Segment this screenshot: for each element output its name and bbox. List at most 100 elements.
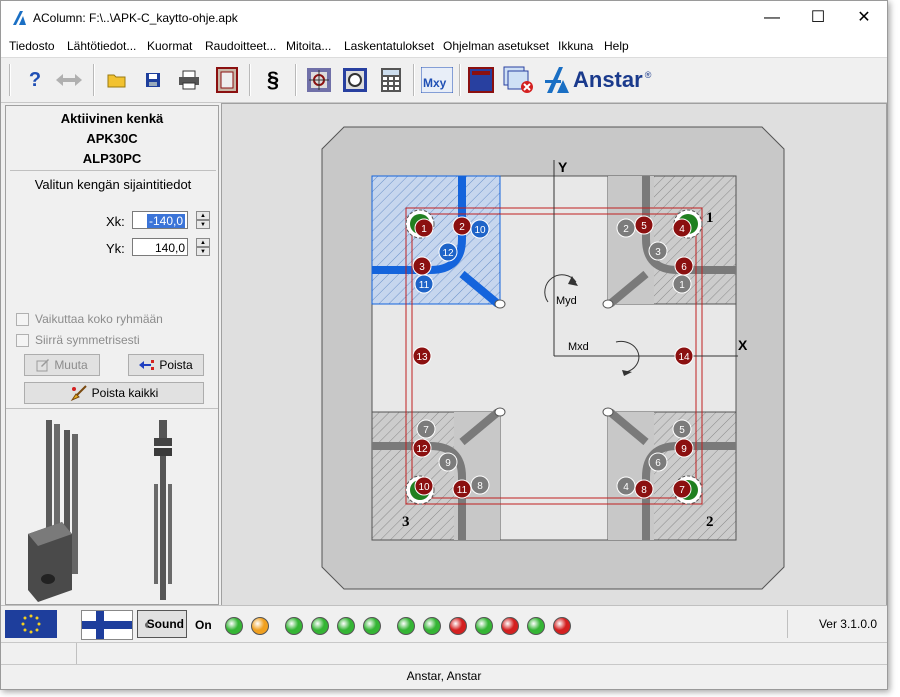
svg-text:14: 14 xyxy=(678,352,690,363)
menu-ikkuna[interactable]: Ikkuna xyxy=(558,39,593,53)
rebar-marker[interactable]: 10 xyxy=(470,219,490,239)
rebar-marker[interactable]: 7 xyxy=(672,479,692,499)
drawing-canvas[interactable]: Y X Myd Mxd 1 2 3 1 2 10 12 3 11 2 5 4 3… xyxy=(221,103,887,606)
xk-up-button[interactable]: ▲ xyxy=(196,211,210,220)
rebar-marker[interactable]: 1 xyxy=(672,274,692,294)
menu-laskentatulokset[interactable]: Laskentatulokset xyxy=(344,39,434,53)
menu-raudoitteet[interactable]: Raudoitteet... xyxy=(205,39,276,53)
shoe-top-left[interactable] xyxy=(371,175,501,308)
change-button[interactable]: Muuta xyxy=(24,354,100,376)
shoe-bottom-right[interactable] xyxy=(607,408,737,541)
toolbar-separator xyxy=(413,64,415,96)
rebar-marker[interactable]: 10 xyxy=(414,476,434,496)
arrows-icon[interactable] xyxy=(55,66,83,94)
open-folder-icon[interactable] xyxy=(103,66,131,94)
menu-kuormat[interactable]: Kuormat xyxy=(147,39,192,53)
rebar-marker[interactable]: 5 xyxy=(672,419,692,439)
rebar-marker[interactable]: 2 xyxy=(452,216,472,236)
yk-down-button[interactable]: ▼ xyxy=(196,247,210,256)
svg-text:8: 8 xyxy=(477,481,483,492)
rebar-marker[interactable]: 9 xyxy=(674,438,694,458)
save-icon[interactable] xyxy=(139,66,167,94)
eu-flag-icon[interactable] xyxy=(5,610,57,638)
panel-divider xyxy=(6,408,218,409)
status-bar-secondary xyxy=(1,642,887,665)
rebar-icon[interactable] xyxy=(341,66,369,94)
sound-button[interactable]: ◖ Sound xyxy=(137,610,187,638)
finnish-flag-icon[interactable] xyxy=(81,610,133,640)
xk-down-button[interactable]: ▼ xyxy=(196,220,210,229)
shoe-type-1: APK30C xyxy=(86,131,138,146)
calculator-icon[interactable] xyxy=(377,66,405,94)
menu-help[interactable]: Help xyxy=(604,39,629,53)
status-led-green xyxy=(363,617,381,635)
rebar-marker[interactable]: 2 xyxy=(616,218,636,238)
print-icon[interactable] xyxy=(175,66,203,94)
version-label: Ver 3.1.0.0 xyxy=(787,610,883,638)
shoe-type-2: ALP30PC xyxy=(82,151,142,166)
rebar-marker[interactable]: 12 xyxy=(438,242,458,262)
shoe-position-icon[interactable] xyxy=(305,66,333,94)
remove-all-button[interactable]: Poista kaikki xyxy=(24,382,204,404)
status-led-green xyxy=(225,617,243,635)
xk-input[interactable]: -140,0 xyxy=(132,211,188,229)
status-led-green xyxy=(311,617,329,635)
menu-lahtotiedot[interactable]: Lähtötiedot... xyxy=(67,39,136,53)
rebar-marker[interactable]: 3 xyxy=(648,241,668,261)
menu-tiedosto[interactable]: Tiedosto xyxy=(9,39,55,53)
rebar-marker[interactable]: 6 xyxy=(648,452,668,472)
broom-icon xyxy=(70,385,87,401)
close-button[interactable]: ✕ xyxy=(841,1,887,35)
mxy-icon[interactable]: Mxy xyxy=(421,66,453,94)
yk-label: Yk: xyxy=(106,241,125,256)
rebar-marker[interactable]: 4 xyxy=(672,218,692,238)
position-heading: Valitun kengän sijaintitiedot xyxy=(34,177,192,192)
status-led-green xyxy=(397,617,415,635)
rebar-marker[interactable]: 12 xyxy=(412,438,432,458)
svg-text:2: 2 xyxy=(459,222,465,233)
rebar-marker[interactable]: 11 xyxy=(452,479,472,499)
rebar-marker[interactable]: 9 xyxy=(438,452,458,472)
svg-text:8: 8 xyxy=(641,485,647,496)
yk-up-button[interactable]: ▲ xyxy=(196,238,210,247)
menu-mitoita[interactable]: Mitoita... xyxy=(286,39,331,53)
remove-button[interactable]: Poista xyxy=(128,354,204,376)
y-axis-label: Y xyxy=(558,159,568,175)
rebar-marker[interactable]: 4 xyxy=(616,476,636,496)
rebar-marker[interactable]: 14 xyxy=(674,346,694,366)
window-icon[interactable] xyxy=(467,66,495,94)
mxy-label: Mxy xyxy=(423,76,447,90)
rebar-marker[interactable]: 13 xyxy=(412,346,432,366)
rebar-marker[interactable]: 6 xyxy=(674,256,694,276)
maximize-button[interactable]: ☐ xyxy=(795,1,841,35)
svg-text:10: 10 xyxy=(474,225,486,236)
rebar-marker[interactable]: 8 xyxy=(634,479,654,499)
status-led-red xyxy=(449,617,467,635)
anstar-logo[interactable]: Anstar ® xyxy=(545,66,665,94)
svg-text:3: 3 xyxy=(655,247,661,258)
myd-label: Myd xyxy=(556,295,577,307)
minimize-button[interactable]: — xyxy=(749,1,795,35)
affect-group-checkbox[interactable]: Vaikuttaa koko ryhmään xyxy=(16,312,163,326)
rebar-marker[interactable]: 1 xyxy=(414,218,434,238)
rebar-marker[interactable]: 11 xyxy=(414,274,434,294)
yk-input[interactable]: 140,0 xyxy=(132,238,188,256)
rebar-marker[interactable]: 7 xyxy=(416,419,436,439)
help-icon[interactable]: ? xyxy=(21,66,49,94)
rebar-marker[interactable]: 5 xyxy=(634,215,654,235)
rebar-marker[interactable]: 3 xyxy=(412,256,432,276)
checkbox-box xyxy=(16,333,29,347)
corner-label-1: 1 xyxy=(706,210,714,226)
svg-text:6: 6 xyxy=(655,458,661,469)
svg-text:11: 11 xyxy=(419,280,430,291)
menu-ohjelman-asetukset[interactable]: Ohjelman asetukset xyxy=(443,39,549,53)
rebar-marker[interactable]: 8 xyxy=(470,475,490,495)
toolbar: ? § Mxy Anstar ® xyxy=(1,58,887,103)
column-icon[interactable] xyxy=(213,66,241,94)
shoe-top-right[interactable] xyxy=(607,175,737,308)
section-icon[interactable]: § xyxy=(259,66,287,94)
change-button-label: Muuta xyxy=(54,358,88,372)
close-windows-icon[interactable] xyxy=(503,66,535,94)
status-led-green xyxy=(337,617,355,635)
move-symmetric-checkbox[interactable]: Siirrä symmetrisesti xyxy=(16,333,140,347)
